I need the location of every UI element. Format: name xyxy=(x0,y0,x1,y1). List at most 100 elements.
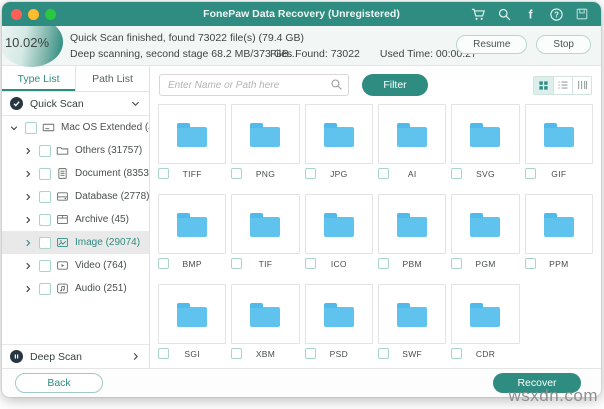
folder-label: TIFF xyxy=(182,168,202,179)
folder-checkbox[interactable] xyxy=(451,348,463,359)
tree-item[interactable]: Archive (45) xyxy=(2,208,149,231)
folder-label: TIF xyxy=(258,258,273,269)
folder-checkbox[interactable] xyxy=(158,168,169,179)
chevron-right-icon[interactable] xyxy=(23,146,34,156)
folder-card[interactable] xyxy=(451,104,520,164)
help-icon[interactable]: ? xyxy=(549,7,564,22)
filter-button[interactable]: Filter xyxy=(362,74,428,96)
scan-controls: Resume Stop xyxy=(456,35,591,54)
quick-scan-row[interactable]: Quick Scan xyxy=(2,92,149,116)
titlebar: FonePaw Data Recovery (Unregistered) f ? xyxy=(2,2,601,26)
tree-item-checkbox[interactable] xyxy=(39,190,51,203)
folder-card[interactable] xyxy=(231,194,300,254)
tab-path-list[interactable]: Path List xyxy=(76,66,149,91)
stop-button[interactable]: Stop xyxy=(536,35,591,54)
folder-label-row: TIFF xyxy=(158,168,226,179)
folder-label: PGM xyxy=(475,258,496,269)
tree-item[interactable]: Image (29074) xyxy=(2,231,149,254)
chevron-down-icon[interactable] xyxy=(9,123,20,133)
folder-card[interactable] xyxy=(378,104,447,164)
chevron-down-icon[interactable] xyxy=(130,98,141,109)
deep-scan-row[interactable]: Deep Scan xyxy=(2,344,149,368)
magnifier-icon[interactable] xyxy=(497,7,512,22)
close-window-button[interactable] xyxy=(11,8,22,20)
folder-checkbox[interactable] xyxy=(378,348,389,359)
folder-checkbox[interactable] xyxy=(378,168,389,179)
chevron-right-icon[interactable] xyxy=(23,284,34,294)
database-icon xyxy=(56,190,70,203)
cart-icon[interactable] xyxy=(471,7,486,22)
folder-icon xyxy=(470,122,501,147)
folder-checkbox[interactable] xyxy=(378,258,389,269)
folder-checkbox[interactable] xyxy=(451,258,463,269)
folder-cell: AI xyxy=(378,104,447,188)
folder-card[interactable] xyxy=(524,104,593,164)
folder-card[interactable] xyxy=(451,284,520,344)
tree-item-checkbox[interactable] xyxy=(39,259,51,272)
folder-checkbox[interactable] xyxy=(158,258,169,269)
chevron-right-icon[interactable] xyxy=(23,169,34,179)
back-button[interactable]: Back xyxy=(15,373,103,393)
folder-checkbox[interactable] xyxy=(304,168,316,179)
folder-icon xyxy=(397,122,428,147)
chevron-right-icon[interactable] xyxy=(23,261,34,271)
column-view-icon[interactable] xyxy=(572,76,591,94)
tree-item-checkbox[interactable] xyxy=(39,282,51,295)
tree-item[interactable]: Mac OS Extended (Journaled) xyxy=(2,116,149,139)
chevron-right-icon[interactable] xyxy=(23,215,34,225)
folder-label-row: GIF xyxy=(524,168,593,179)
chevron-right-icon[interactable] xyxy=(23,192,34,202)
scan-status-line2: Deep scanning, second stage 68.2 MB/373 … xyxy=(70,48,298,60)
folder-card[interactable] xyxy=(378,194,447,254)
tree-item[interactable]: Video (764) xyxy=(2,254,149,277)
folder-card[interactable] xyxy=(524,194,593,254)
folder-checkbox[interactable] xyxy=(231,348,243,359)
chevron-right-icon[interactable] xyxy=(23,238,34,248)
folder-checkbox[interactable] xyxy=(524,168,536,179)
tree-item-label: Video (764) xyxy=(75,260,127,271)
list-view-icon[interactable] xyxy=(553,76,572,94)
tree-item-checkbox[interactable] xyxy=(25,121,37,134)
folder-cell: PSD xyxy=(304,284,373,368)
folder-checkbox[interactable] xyxy=(451,168,463,179)
tree-item-checkbox[interactable] xyxy=(39,167,51,180)
folder-card[interactable] xyxy=(304,284,373,344)
folder-checkbox[interactable] xyxy=(304,348,316,359)
folder-icon xyxy=(323,302,354,327)
tree-item[interactable]: Others (31757) xyxy=(2,139,149,162)
resume-button[interactable]: Resume xyxy=(456,35,528,54)
folder-card[interactable] xyxy=(451,194,520,254)
folder-card[interactable] xyxy=(304,104,373,164)
folder-checkbox[interactable] xyxy=(231,168,243,179)
zoom-window-button[interactable] xyxy=(45,8,56,20)
chevron-right-icon[interactable] xyxy=(130,351,141,362)
svg-text:?: ? xyxy=(554,10,559,19)
tree-item[interactable]: Document (8353) xyxy=(2,162,149,185)
folder-card[interactable] xyxy=(231,284,300,344)
tree-item[interactable]: Audio (251) xyxy=(2,277,149,300)
tree-item[interactable]: Database (2778) xyxy=(2,185,149,208)
save-icon[interactable] xyxy=(575,7,589,21)
deep-scan-pause-icon xyxy=(10,350,23,363)
tree-item-checkbox[interactable] xyxy=(39,236,51,249)
folder-card[interactable] xyxy=(231,104,300,164)
folder-card[interactable] xyxy=(158,104,227,164)
folder-card[interactable] xyxy=(158,194,227,254)
tab-type-list[interactable]: Type List xyxy=(2,66,76,91)
folder-checkbox[interactable] xyxy=(231,258,243,269)
tree-item-checkbox[interactable] xyxy=(39,213,51,226)
folder-card[interactable] xyxy=(158,284,227,344)
grid-view-icon[interactable] xyxy=(534,76,553,94)
search-input[interactable] xyxy=(159,74,349,96)
folder-checkbox[interactable] xyxy=(524,258,536,269)
folder-card[interactable] xyxy=(378,284,447,344)
tree-item-checkbox[interactable] xyxy=(39,144,51,157)
search-box xyxy=(159,74,349,96)
folder-label-row: PNG xyxy=(231,168,299,179)
minimize-window-button[interactable] xyxy=(28,8,39,20)
folder-checkbox[interactable] xyxy=(304,258,316,269)
folder-card[interactable] xyxy=(304,194,373,254)
folder-icon xyxy=(543,212,574,237)
facebook-icon[interactable]: f xyxy=(523,7,538,22)
folder-checkbox[interactable] xyxy=(158,348,169,359)
